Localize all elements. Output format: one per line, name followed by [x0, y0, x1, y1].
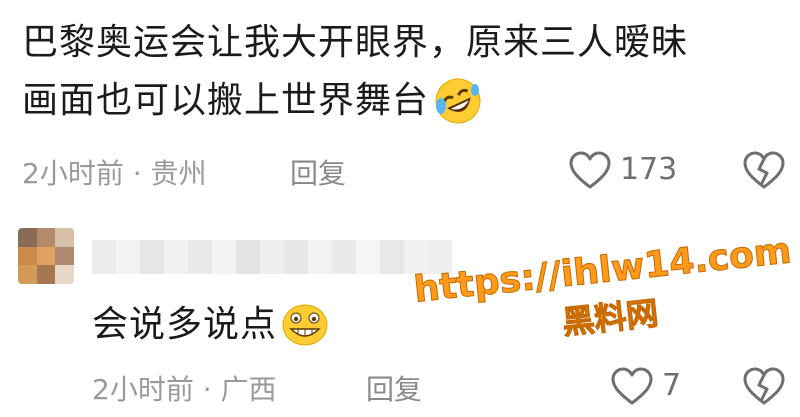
comment-line-1: 巴黎奥运会让我大开眼界，原来三人暧昧	[22, 22, 689, 63]
reply-text-row: 会说多说点	[92, 296, 329, 354]
broken-heart-dislike-icon[interactable]	[742, 367, 786, 407]
reply-button[interactable]: 回复	[290, 152, 346, 192]
comment-line-2: 画面也可以搬上世界舞台	[22, 80, 430, 121]
reply-button[interactable]: 回复	[366, 368, 422, 408]
comment-time-location: 2小时前 · 贵州	[22, 157, 207, 190]
avatar[interactable]	[18, 228, 74, 284]
like-count: 173	[620, 152, 678, 187]
watermark-label: 黑料网	[560, 293, 661, 342]
grinning-face-icon	[281, 302, 329, 348]
broken-heart-dislike-icon[interactable]	[742, 151, 786, 191]
rolling-laughing-face-icon	[433, 76, 483, 126]
like-count: 7	[662, 368, 682, 403]
username-blurred[interactable]	[92, 240, 452, 274]
comment-text: 巴黎奥运会让我大开眼界，原来三人暧昧 画面也可以搬上世界舞台	[22, 14, 688, 130]
heart-like-icon[interactable]	[610, 367, 654, 407]
heart-like-icon[interactable]	[568, 151, 612, 191]
reply-text: 会说多说点	[92, 304, 278, 345]
reply-time-location: 2小时前 · 广西	[92, 373, 277, 406]
